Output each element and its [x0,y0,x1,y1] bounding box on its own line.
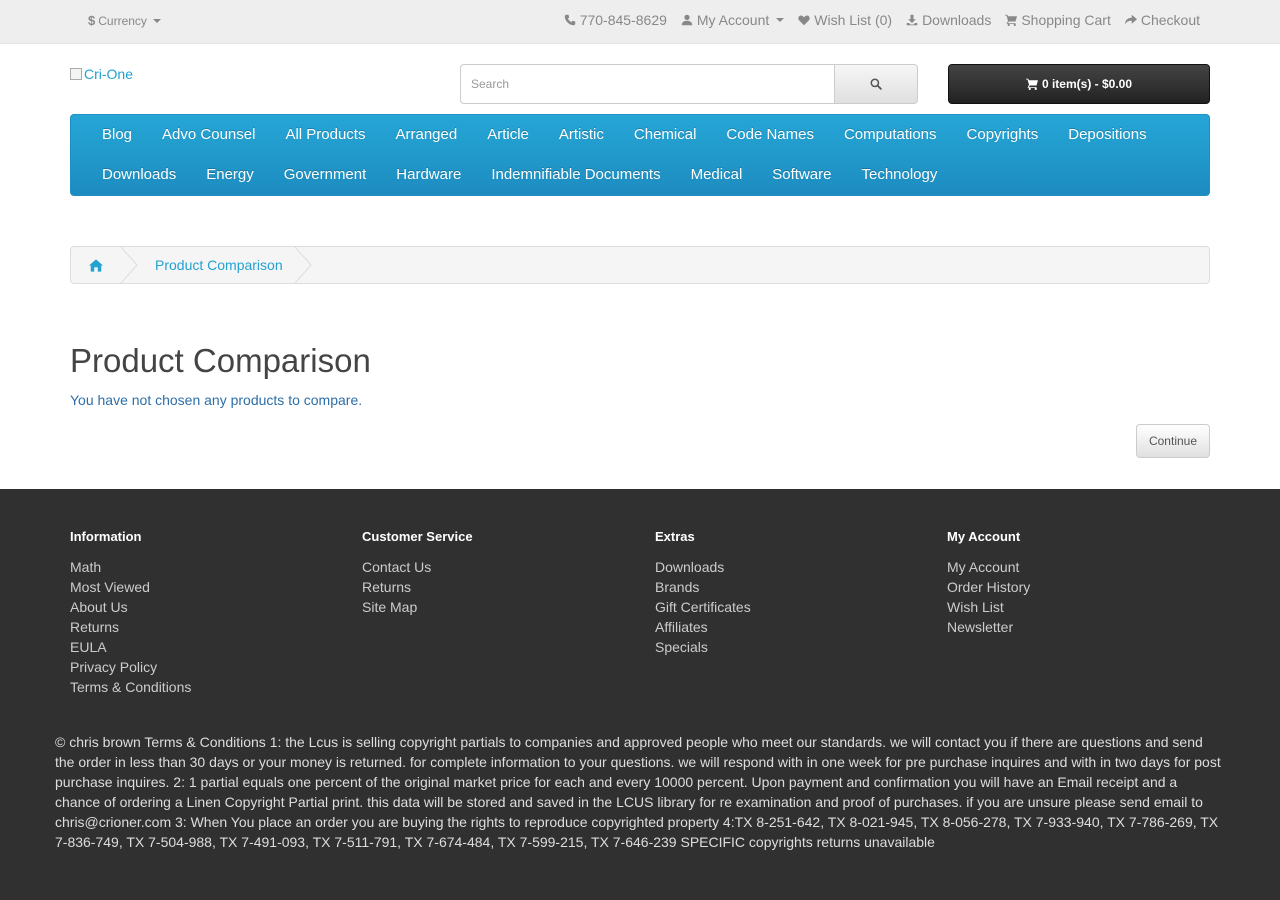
footer-heading: Information [70,529,142,544]
footer-link-about-us[interactable]: About Us [70,597,191,617]
footer-link-most-viewed[interactable]: Most Viewed [70,577,191,597]
home-icon [89,258,103,272]
menu-item-government[interactable]: Government [269,155,382,195]
footer-link-newsletter[interactable]: Newsletter [947,617,1030,637]
checkout-label: Checkout [1140,12,1200,28]
top-bar: $ Currency 770-845-8629 My Account Wish … [0,0,1280,44]
menu-item-blog[interactable]: Blog [87,115,147,155]
menu-item-all-products[interactable]: All Products [270,115,380,155]
empty-comparison-message: You have not chosen any products to comp… [70,392,363,408]
menu-item-chemical[interactable]: Chemical [619,115,712,155]
footer-heading: Customer Service [362,529,473,544]
user-icon [681,14,693,26]
footer-link-eula[interactable]: EULA [70,637,191,657]
menu-item-medical[interactable]: Medical [676,155,758,195]
menu-item-hardware[interactable]: Hardware [381,155,476,195]
dollar-icon: $ [88,13,96,28]
caret-down-icon [152,18,161,23]
logo-alt-text: Cri-One [84,66,134,82]
breadcrumb-separator [294,247,313,283]
breadcrumb: Product Comparison [70,246,1210,284]
footer-link-my-account[interactable]: My Account [947,557,1030,577]
footer-link-affiliates[interactable]: Affiliates [655,617,751,637]
footer-link-order-history[interactable]: Order History [947,577,1030,597]
downloads-label: Downloads [922,12,992,28]
download-icon [906,14,918,26]
menu-item-technology[interactable]: Technology [846,155,952,195]
footer-link-site-map[interactable]: Site Map [362,597,473,617]
cart-icon [1005,14,1018,26]
phone-number: 770-845-8629 [579,12,667,28]
footer-link-terms-conditions[interactable]: Terms & Conditions [70,677,191,697]
footer-link-returns[interactable]: Returns [70,617,191,637]
currency-label: Currency [98,13,147,28]
footer-link-privacy-policy[interactable]: Privacy Policy [70,657,191,677]
menu-item-advo-counsel[interactable]: Advo Counsel [147,115,270,155]
cart-button[interactable]: 0 item(s) - $0.00 [948,64,1210,104]
menu-item-artistic[interactable]: Artistic [544,115,619,155]
search-group [460,64,918,104]
footer-link-returns[interactable]: Returns [362,577,473,597]
continue-button[interactable]: Continue [1136,424,1210,458]
page-title: Product Comparison [70,342,371,379]
share-icon [1124,14,1137,25]
my-account-dropdown[interactable]: My Account [681,12,785,28]
footer-link-specials[interactable]: Specials [655,637,751,657]
menu-item-code-names[interactable]: Code Names [711,115,829,155]
shopping-cart-label: Shopping Cart [1021,12,1111,28]
copyright-text: © chris brown Terms & Conditions 1: the … [55,734,1221,850]
heart-icon [798,15,810,26]
wish-list-label: Wish List (0) [814,12,893,28]
footer-extras: Extras Downloads Brands Gift Certificate… [655,529,751,657]
footer: Information Math Most Viewed About Us Re… [0,489,1280,900]
checkout-link[interactable]: Checkout [1124,12,1200,28]
breadcrumb-home[interactable] [71,247,121,283]
phone-icon [564,14,575,26]
menu-item-energy[interactable]: Energy [191,155,269,195]
cart-icon [1025,78,1038,90]
footer-link-downloads[interactable]: Downloads [655,557,751,577]
footer-information: Information Math Most Viewed About Us Re… [70,529,191,697]
my-account-label: My Account [696,12,770,28]
footer-link-wish-list[interactable]: Wish List [947,597,1030,617]
shopping-cart-link[interactable]: Shopping Cart [1005,12,1111,28]
menu-item-depositions[interactable]: Depositions [1053,115,1161,155]
menu-item-computations[interactable]: Computations [829,115,952,155]
footer-heading: Extras [655,529,695,544]
menu-item-indemnifiable-documents[interactable]: Indemnifiable Documents [476,155,675,195]
main-menu: Blog Advo Counsel All Products Arranged … [70,114,1210,196]
footer-link-contact-us[interactable]: Contact Us [362,557,473,577]
footer-link-math[interactable]: Math [70,557,191,577]
breadcrumb-product-comparison[interactable]: Product Comparison [139,257,295,273]
menu-item-downloads[interactable]: Downloads [87,155,191,195]
footer-customer-service: Customer Service Contact Us Returns Site… [362,529,473,617]
menu-item-software[interactable]: Software [757,155,846,195]
caret-down-icon [776,18,785,22]
search-icon [870,78,882,90]
cart-total: 0 item(s) - $0.00 [1041,77,1133,91]
phone-link[interactable]: 770-845-8629 [564,12,667,28]
search-button[interactable] [835,64,918,104]
top-links: 770-845-8629 My Account Wish List (0) Do… [564,12,1200,28]
wish-list-link[interactable]: Wish List (0) [798,12,892,28]
broken-image-icon [70,68,82,80]
logo[interactable]: Cri-One [70,66,133,82]
footer-my-account: My Account My Account Order History Wish… [947,529,1030,637]
menu-item-arranged[interactable]: Arranged [380,115,472,155]
footer-link-gift-certificates[interactable]: Gift Certificates [655,597,751,617]
downloads-link[interactable]: Downloads [906,12,991,28]
footer-heading: My Account [947,529,1021,544]
footer-link-brands[interactable]: Brands [655,577,751,597]
search-input[interactable] [460,64,835,104]
menu-item-copyrights[interactable]: Copyrights [952,115,1054,155]
breadcrumb-separator [121,247,139,283]
currency-dropdown[interactable]: $ Currency [88,13,161,28]
menu-item-article[interactable]: Article [472,115,544,155]
